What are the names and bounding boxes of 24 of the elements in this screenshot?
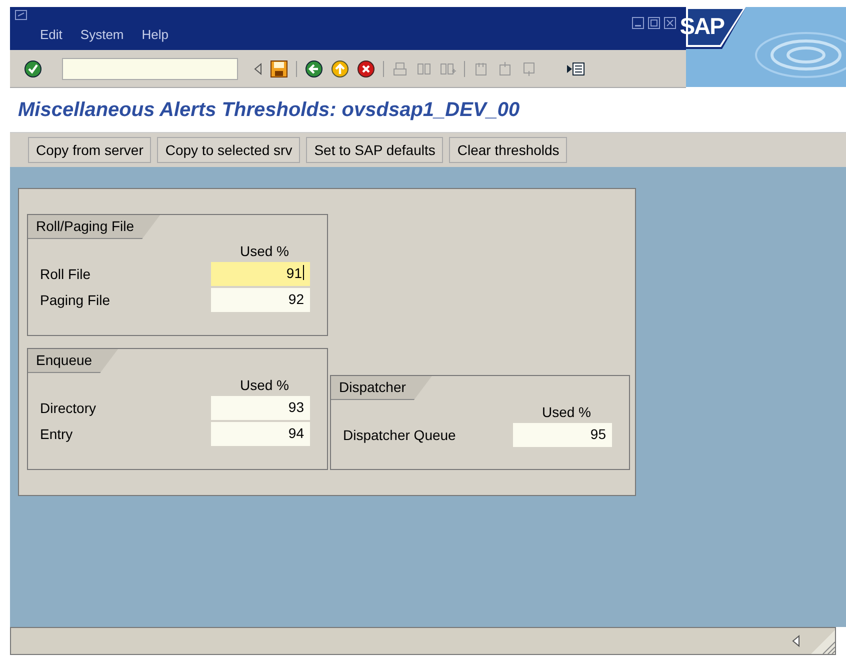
menu-item[interactable]: Edit (40, 27, 62, 42)
field-label: Entry (40, 426, 73, 442)
field-label: Dispatcher Queue (343, 427, 456, 443)
toolbar-button[interactable]: Clear thresholds (449, 137, 568, 163)
input-field[interactable]: 94 (211, 422, 310, 446)
column-header: Used % (240, 377, 289, 393)
field-label: Roll File (40, 266, 91, 282)
input-field[interactable]: 93 (211, 396, 310, 420)
menu-item[interactable]: System (80, 27, 124, 42)
field-label: Directory (40, 400, 96, 416)
column-header: Used % (542, 404, 591, 420)
group-title: Roll/Paging File (28, 215, 160, 239)
group-title: Dispatcher (331, 376, 432, 400)
toolbar-button[interactable]: Copy from server (28, 137, 152, 163)
column-header: Used % (240, 243, 289, 259)
menu-item[interactable]: Help (142, 27, 168, 42)
group-title: Enqueue (28, 349, 118, 373)
input-field[interactable]: 92 (211, 288, 310, 312)
input-field[interactable]: 95 (513, 423, 612, 447)
screen-title: Miscellaneous Alerts Thresholds: ovsdsap1_DEV_00 (18, 98, 520, 122)
toolbar-button[interactable]: Set to SAP defaults (306, 137, 444, 163)
field-label: Paging File (40, 292, 110, 308)
toolbar-button[interactable]: Copy to selected srv (157, 137, 300, 163)
input-field[interactable]: 91 (211, 262, 310, 286)
